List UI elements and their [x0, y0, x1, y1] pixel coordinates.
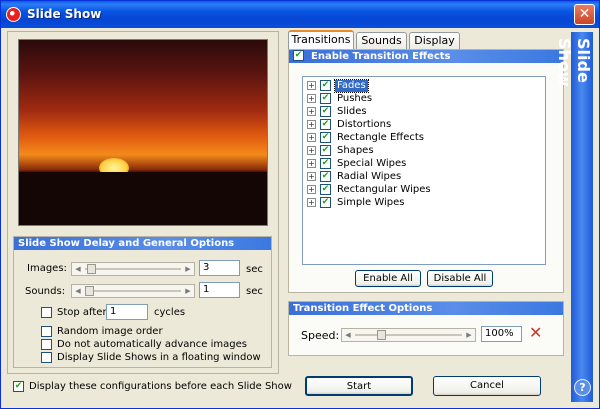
tree-checkbox[interactable]: ✔: [320, 93, 331, 104]
tab-display[interactable]: Display: [409, 32, 460, 49]
help-icon[interactable]: ?: [574, 379, 591, 396]
tree-checkbox[interactable]: ✔: [320, 184, 331, 195]
tab-transitions[interactable]: Transitions: [288, 30, 354, 50]
slider-thumb[interactable]: [85, 286, 94, 296]
delete-icon[interactable]: ✕: [529, 325, 543, 341]
tree-item-label: Distortions: [337, 119, 392, 130]
stop-after-checkbox[interactable]: [41, 307, 52, 318]
enable-transitions-header: Enable Transition Effects: [289, 50, 563, 63]
close-button[interactable]: ✕: [574, 4, 595, 25]
slide-show-banner: Slide Show: [555, 32, 593, 402]
random-order-label: Random image order: [57, 326, 163, 337]
expand-icon[interactable]: +: [307, 81, 316, 90]
slider-groove: [85, 268, 181, 270]
cancel-button[interactable]: Cancel: [433, 376, 541, 396]
tree-checkbox[interactable]: ✔: [320, 119, 331, 130]
no-auto-advance-checkbox[interactable]: [41, 339, 52, 350]
tree-item-label: Simple Wipes: [337, 197, 405, 208]
speed-slider[interactable]: ◀ ▶: [341, 328, 476, 342]
floating-window-checkbox[interactable]: [41, 352, 52, 363]
random-order-checkbox[interactable]: [41, 326, 52, 337]
expand-icon[interactable]: +: [307, 94, 316, 103]
tree-checkbox[interactable]: ✔: [320, 132, 331, 143]
slider-thumb[interactable]: [376, 330, 386, 340]
stop-after-unit: cycles: [154, 307, 186, 318]
tree-item-label: Slides: [337, 106, 367, 117]
window-title: Slide Show: [27, 7, 102, 21]
speed-input[interactable]: 100%: [481, 326, 522, 342]
tree-item-label: Rectangular Wipes: [337, 184, 431, 195]
app-icon: [6, 7, 21, 22]
expand-icon[interactable]: +: [307, 120, 316, 129]
horizon-shape: [19, 172, 267, 225]
expand-icon[interactable]: +: [307, 198, 316, 207]
images-delay-slider[interactable]: ◀ ▶: [71, 262, 195, 276]
expand-icon[interactable]: +: [307, 107, 316, 116]
sounds-unit: sec: [246, 286, 263, 297]
stop-after-input[interactable]: 1: [106, 304, 148, 320]
general-options-header: Slide Show Delay and General Options: [14, 237, 271, 250]
tree-item-label: Shapes: [337, 145, 374, 156]
start-button[interactable]: Start: [305, 376, 413, 396]
sounds-delay-slider[interactable]: ◀ ▶: [71, 284, 195, 298]
tab-sounds[interactable]: Sounds: [356, 32, 407, 49]
banner-text: Slide Show: [555, 38, 593, 87]
no-auto-advance-label: Do not automatically advance images: [57, 339, 247, 350]
enable-transitions-label: Enable Transition Effects: [311, 51, 451, 62]
slider-groove: [85, 290, 181, 292]
expand-icon[interactable]: +: [307, 133, 316, 142]
tree-checkbox[interactable]: ✔: [320, 197, 331, 208]
floating-window-label: Display Slide Shows in a floating window: [57, 352, 261, 363]
tree-checkbox[interactable]: ✔: [320, 80, 331, 91]
preview-image: [18, 39, 268, 226]
slider-groove: [355, 334, 462, 336]
tree-checkbox[interactable]: ✔: [320, 158, 331, 169]
effect-options-header: Transition Effect Options: [289, 302, 563, 315]
slide-show-dialog: Slide Show ✕ Slide Show Delay and Genera…: [0, 0, 600, 409]
tree-item-label: Rectangle Effects: [337, 132, 424, 143]
arrow-right-icon[interactable]: ▶: [183, 286, 193, 296]
expand-icon[interactable]: +: [307, 146, 316, 155]
expand-icon[interactable]: +: [307, 172, 316, 181]
sounds-label: Sounds:: [25, 286, 66, 297]
arrow-left-icon[interactable]: ◀: [73, 264, 83, 274]
images-seconds-input[interactable]: 3: [199, 260, 240, 276]
sounds-seconds-input[interactable]: 1: [199, 282, 240, 298]
disable-all-button[interactable]: Disable All: [427, 270, 493, 287]
tree-item-label: Pushes: [337, 93, 373, 104]
transition-effects-tree[interactable]: + ✔ Fades + ✔ Pushes + ✔ Slides + ✔ Dist…: [302, 76, 546, 265]
arrow-right-icon[interactable]: ▶: [464, 330, 474, 340]
stop-after-label: Stop after: [57, 307, 107, 318]
images-label: Images:: [27, 263, 67, 274]
display-config-label: Display these configurations before each…: [29, 381, 292, 392]
images-unit: sec: [246, 264, 263, 275]
enable-transitions-checkbox[interactable]: ✔: [293, 50, 304, 61]
tree-item-label: Radial Wipes: [337, 171, 402, 182]
speed-label: Speed:: [301, 329, 340, 342]
arrow-left-icon[interactable]: ◀: [73, 286, 83, 296]
tree-checkbox[interactable]: ✔: [320, 106, 331, 117]
tree-checkbox[interactable]: ✔: [320, 171, 331, 182]
tree-item-label: Fades: [334, 79, 369, 93]
expand-icon[interactable]: +: [307, 185, 316, 194]
slider-thumb[interactable]: [86, 264, 96, 274]
expand-icon[interactable]: +: [307, 159, 316, 168]
title-bar[interactable]: Slide Show ✕: [1, 1, 599, 28]
tree-item-label: Special Wipes: [337, 158, 407, 169]
enable-all-button[interactable]: Enable All: [355, 270, 421, 287]
arrow-right-icon[interactable]: ▶: [183, 264, 193, 274]
tree-checkbox[interactable]: ✔: [320, 145, 331, 156]
display-config-checkbox[interactable]: ✔: [13, 381, 24, 392]
arrow-left-icon[interactable]: ◀: [343, 330, 353, 340]
